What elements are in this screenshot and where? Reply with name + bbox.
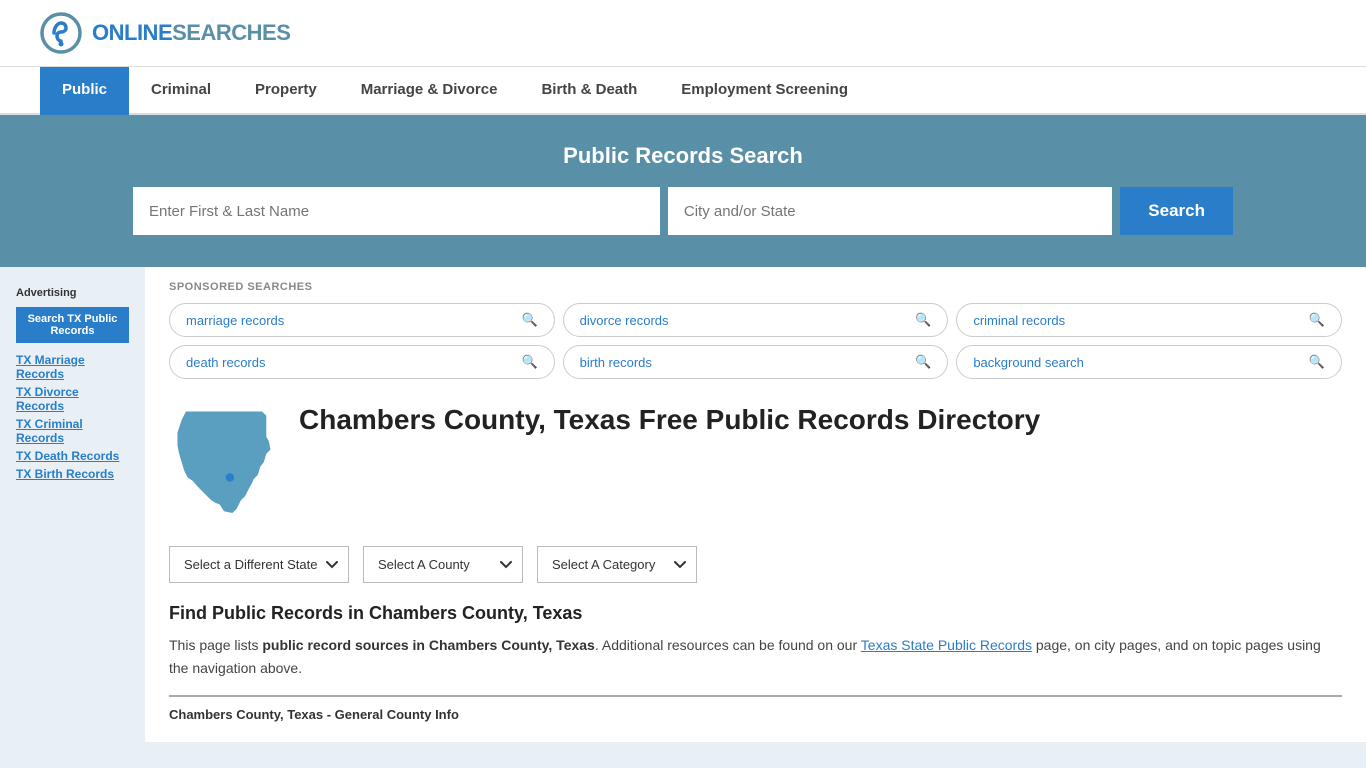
sidebar-link-marriage[interactable]: TX Marriage Records (16, 353, 129, 381)
nav-criminal[interactable]: Criminal (129, 67, 233, 115)
sidebar-link-divorce[interactable]: TX Divorce Records (16, 385, 129, 413)
main-nav: Public Criminal Property Marriage & Divo… (0, 67, 1366, 115)
search-form: Search (133, 187, 1233, 235)
texas-map-svg (169, 403, 279, 521)
page-title: Chambers County, Texas Free Public Recor… (299, 403, 1040, 437)
nav-birth-death[interactable]: Birth & Death (519, 67, 659, 115)
county-dropdown[interactable]: Select A County (363, 546, 523, 583)
sponsored-tags: marriage records 🔍 divorce records 🔍 cri… (169, 303, 1342, 379)
search-icon-0: 🔍 (521, 312, 537, 328)
site-header: ONLINESEARCHES (0, 0, 1366, 67)
tag-criminal-records[interactable]: criminal records 🔍 (956, 303, 1342, 337)
search-banner: Public Records Search Search (0, 115, 1366, 267)
content-wrapper: Advertising Search TX Public Records TX … (0, 267, 1366, 742)
logo[interactable]: ONLINESEARCHES (40, 12, 290, 54)
category-dropdown[interactable]: Select A Category (537, 546, 697, 583)
find-records-desc: This page lists public record sources in… (169, 634, 1342, 679)
title-section: Chambers County, Texas Free Public Recor… (169, 403, 1342, 524)
tag-marriage-records[interactable]: marriage records 🔍 (169, 303, 555, 337)
state-dropdown[interactable]: Select a Different State (169, 546, 349, 583)
search-icon-5: 🔍 (1309, 354, 1325, 370)
search-icon-1: 🔍 (915, 312, 931, 328)
sidebar-links: TX Marriage Records TX Divorce Records T… (16, 353, 129, 481)
sidebar-link-death[interactable]: TX Death Records (16, 449, 129, 463)
county-info-bar: Chambers County, Texas - General County … (169, 695, 1342, 722)
tag-birth-records[interactable]: birth records 🔍 (563, 345, 949, 379)
sidebar-link-criminal[interactable]: TX Criminal Records (16, 417, 129, 445)
search-icon-3: 🔍 (521, 354, 537, 370)
find-records-title: Find Public Records in Chambers County, … (169, 603, 1342, 624)
sidebar-link-birth[interactable]: TX Birth Records (16, 467, 129, 481)
find-records-section: Find Public Records in Chambers County, … (169, 603, 1342, 679)
sidebar-ad-label: Advertising (16, 287, 129, 299)
nav-marriage-divorce[interactable]: Marriage & Divorce (339, 67, 520, 115)
tag-background-search[interactable]: background search 🔍 (956, 345, 1342, 379)
county-info-title: Chambers County, Texas - General County … (169, 707, 1342, 722)
nav-employment[interactable]: Employment Screening (659, 67, 870, 115)
location-input[interactable] (668, 187, 1112, 235)
dropdowns-row: Select a Different State Select A County… (169, 546, 1342, 583)
main-content: SPONSORED SEARCHES marriage records 🔍 di… (145, 267, 1366, 742)
search-icon-4: 🔍 (915, 354, 931, 370)
name-input[interactable] (133, 187, 660, 235)
texas-records-link[interactable]: Texas State Public Records (861, 637, 1032, 653)
sponsored-label: SPONSORED SEARCHES (169, 281, 1342, 293)
sidebar: Advertising Search TX Public Records TX … (0, 267, 145, 742)
sidebar-ad-button[interactable]: Search TX Public Records (16, 307, 129, 343)
search-banner-title: Public Records Search (40, 143, 1326, 169)
tag-death-records[interactable]: death records 🔍 (169, 345, 555, 379)
tag-divorce-records[interactable]: divorce records 🔍 (563, 303, 949, 337)
nav-property[interactable]: Property (233, 67, 339, 115)
search-button[interactable]: Search (1120, 187, 1233, 235)
texas-map (169, 403, 279, 524)
nav-public[interactable]: Public (40, 67, 129, 115)
search-icon-2: 🔍 (1309, 312, 1325, 328)
logo-text: ONLINESEARCHES (92, 20, 290, 46)
logo-icon (40, 12, 82, 54)
